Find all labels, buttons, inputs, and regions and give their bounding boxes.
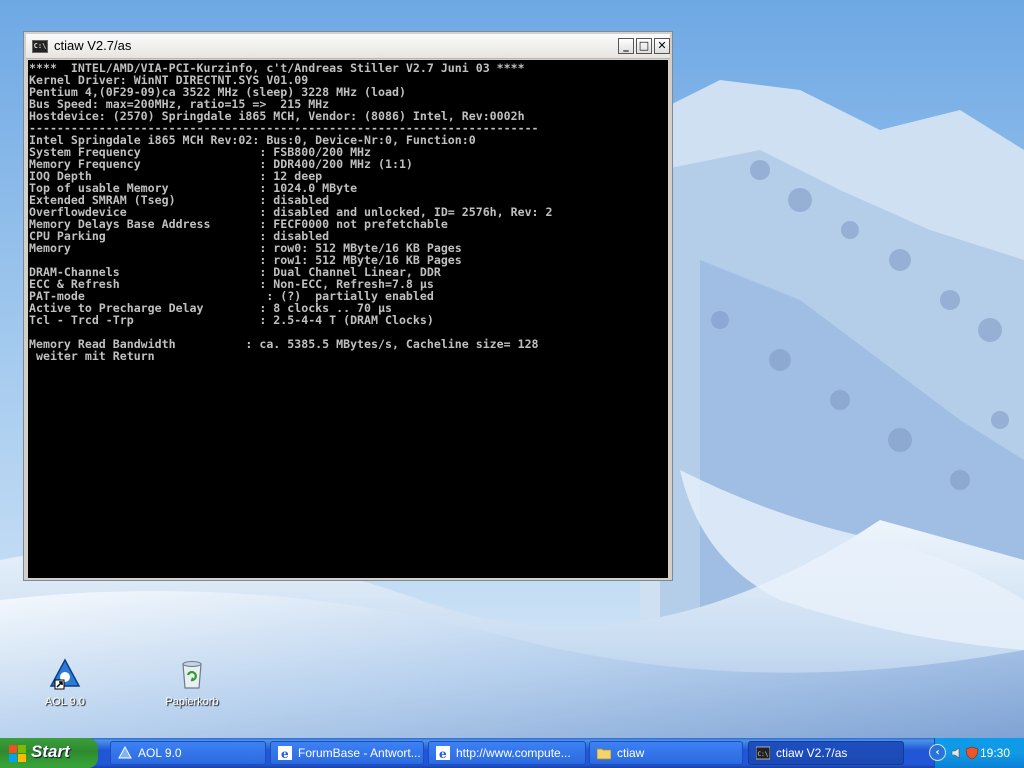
desktop-icon-label: Papierkorb (165, 696, 219, 708)
taskbar-item-forumbase[interactable]: e ForumBase - Antwort... (270, 741, 424, 765)
aol-icon (118, 746, 132, 759)
windows-logo-icon (9, 745, 26, 762)
taskbar-item-label: ctiaw (617, 746, 645, 760)
folder-icon (597, 748, 611, 760)
ie-icon: e (278, 746, 292, 760)
console-line: weiter mit Return (35, 349, 155, 363)
console-line: Tcl - Trcd -Trp : 2.5-4-4 T (DRAM Clocks… (29, 313, 434, 327)
console-icon: C:\ (756, 746, 770, 760)
desktop-icon-label: AOL 9.0 (45, 696, 85, 708)
desktop-icon-recycle-bin[interactable]: Papierkorb (152, 658, 232, 708)
start-label: Start (31, 742, 70, 761)
svg-text:e: e (439, 747, 447, 760)
show-hidden-icons-button[interactable]: ‹ (929, 744, 946, 761)
taskbar: Start AOL 9.0 e ForumBase - Antwort... e… (0, 738, 1024, 768)
taskbar-item-computerbase[interactable]: e http://www.compute... (428, 741, 586, 765)
window-titlebar[interactable]: C:\ ctiaw V2.7/as _ □ ✕ (26, 34, 670, 59)
console-text: **** INTEL/AMD/VIA-PCI-Kurzinfo, c't/And… (28, 60, 668, 362)
close-button[interactable]: ✕ (654, 38, 670, 54)
svg-text:C:\: C:\ (758, 751, 769, 758)
taskbar-item-label: ForumBase - Antwort... (298, 746, 421, 760)
minimize-button[interactable]: _ (618, 38, 634, 54)
maximize-button[interactable]: □ (636, 38, 652, 54)
taskbar-item-label: ctiaw V2.7/as (776, 746, 848, 760)
volume-icon[interactable] (951, 746, 965, 760)
taskbar-clock: 19:30 (979, 746, 1010, 760)
taskbar-item-label: AOL 9.0 (138, 746, 182, 760)
svg-text:e: e (281, 747, 289, 760)
recycle-bin-icon (182, 661, 202, 689)
taskbar-item-ctiaw-console[interactable]: C:\ ctiaw V2.7/as (748, 741, 904, 765)
taskbar-item-label: http://www.compute... (456, 746, 571, 760)
start-button[interactable]: Start (0, 738, 98, 768)
close-icon: ✕ (657, 39, 667, 52)
aol-icon (49, 658, 81, 690)
console-icon: C:\ (32, 40, 48, 53)
security-shield-icon[interactable] (965, 746, 979, 760)
maximize-icon: □ (638, 39, 650, 52)
window-title: ctiaw V2.7/as (54, 38, 132, 53)
taskbar-item-ctiaw-folder[interactable]: ctiaw (589, 741, 743, 765)
system-tray: ‹ 19:30 (929, 738, 1024, 768)
ie-icon: e (436, 746, 450, 760)
taskbar-item-aol[interactable]: AOL 9.0 (110, 741, 266, 765)
desktop-icon-aol[interactable]: AOL 9.0 (25, 658, 105, 708)
console-window[interactable]: C:\ ctiaw V2.7/as _ □ ✕ **** INTEL/AMD/V… (23, 31, 673, 581)
console-output[interactable]: **** INTEL/AMD/VIA-PCI-Kurzinfo, c't/And… (28, 60, 668, 578)
minimize-icon: _ (623, 39, 629, 52)
